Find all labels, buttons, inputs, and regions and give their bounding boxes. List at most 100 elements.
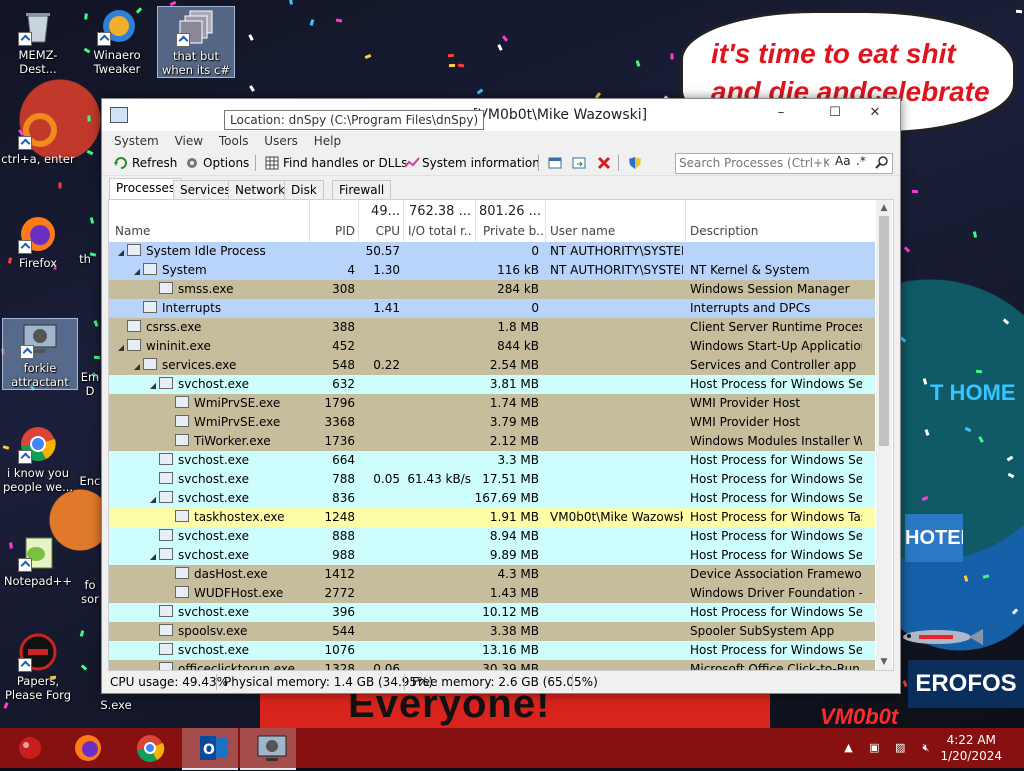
tree-expanded-icon[interactable]: ◢ — [115, 338, 127, 356]
menu-view[interactable]: View — [169, 131, 209, 151]
window-go-button[interactable] — [572, 153, 590, 173]
show-hidden-icons-icon[interactable]: ▲ — [841, 741, 857, 755]
desktop-icon-partial-enc[interactable]: Enc — [78, 474, 102, 488]
pid-cell: 548 — [332, 358, 355, 372]
action-center-icon[interactable]: ▣ — [866, 741, 882, 755]
taskbar-chrome[interactable] — [122, 728, 170, 768]
desktop-icon-ctrl-a[interactable]: ctrl+a, enter — [0, 110, 76, 166]
tab-network[interactable]: Network — [228, 180, 293, 200]
maximize-button[interactable]: ☐ — [818, 99, 852, 127]
menu-tools[interactable]: Tools — [213, 131, 255, 151]
table-row[interactable]: ◢ svchost.exe 836 167.69 MB Host Process for… — [109, 489, 875, 508]
find-handles-button[interactable]: Find handles or DLLs — [265, 153, 407, 173]
refresh-button[interactable]: Refresh — [114, 153, 177, 173]
table-row[interactable]: svchost.exe 396 10.12 MB Host Process for W… — [109, 603, 875, 622]
column-header-user[interactable]: User name — [550, 224, 615, 238]
table-row[interactable]: dasHost.exe 1412 4.3 MB Device Association … — [109, 565, 875, 584]
tree-expanded-icon[interactable]: ◢ — [147, 376, 159, 394]
confetti-piece — [903, 246, 911, 253]
desktop-icon-notepadpp[interactable]: Notepad++ — [0, 532, 76, 588]
column-header-private-bytes[interactable]: Private b... — [483, 224, 545, 238]
desktop-icon-forkie[interactable]: forkie attractant — [2, 318, 78, 390]
desktop-icon-partial-th[interactable]: th — [70, 252, 100, 266]
table-row[interactable]: smss.exe 308 284 kB Windows Session Manager — [109, 280, 875, 299]
tree-expanded-icon[interactable]: ◢ — [131, 262, 143, 280]
tab-firewall[interactable]: Firewall — [332, 180, 392, 200]
desktop-icon-winaero[interactable]: Winaero Tweaker — [79, 6, 155, 76]
regex-icon[interactable]: .* — [856, 154, 866, 168]
column-header-name[interactable]: Name — [115, 224, 150, 238]
column-header-description[interactable]: Description — [690, 224, 758, 238]
desktop-icon-label: S.exe — [100, 698, 132, 712]
search-input[interactable] — [676, 154, 832, 171]
table-row[interactable]: svchost.exe 788 0.05 61.43 kB/s 17.51 MB Host… — [109, 470, 875, 489]
table-row[interactable]: ◢ System 4 1.30 116 kB NT AUTHORITY\SYSTEM NT … — [109, 261, 875, 280]
desktop-icon-firefox[interactable]: Firefox — [0, 214, 76, 270]
table-row[interactable]: WmiPrvSE.exe 1796 1.74 MB WMI Provider Host — [109, 394, 875, 413]
table-row[interactable]: svchost.exe 888 8.94 MB Host Process for Wi… — [109, 527, 875, 546]
scroll-thumb[interactable] — [879, 216, 889, 446]
tree-expanded-icon[interactable]: ◢ — [131, 357, 143, 375]
menu-users[interactable]: Users — [258, 131, 304, 151]
refresh-icon — [114, 156, 128, 170]
tree-expanded-icon[interactable]: ◢ — [115, 243, 127, 261]
table-row[interactable]: spoolsv.exe 544 3.38 MB Spooler SubSystem A… — [109, 622, 875, 641]
scroll-down-icon[interactable]: ▼ — [876, 654, 892, 670]
elevate-button[interactable] — [628, 153, 646, 173]
desktop-icon-chrome[interactable]: i know you people we... — [0, 424, 76, 494]
table-row[interactable]: WUDFHost.exe 2772 1.43 MB Windows Driver Fo… — [109, 584, 875, 603]
tree-expanded-icon[interactable]: ◢ — [147, 547, 159, 565]
shortcut-arrow-icon — [176, 33, 190, 47]
tab-disk[interactable]: Disk — [284, 180, 324, 200]
window-icon-button[interactable] — [548, 153, 566, 173]
taskbar-outlook[interactable]: O — [182, 728, 238, 770]
table-row[interactable]: svchost.exe 1076 13.16 MB Host Process for … — [109, 641, 875, 660]
taskbar-clock[interactable]: 4:22 AM 1/20/2024 — [940, 732, 1002, 764]
system-info-button[interactable]: System information — [404, 153, 540, 173]
confetti-piece — [635, 60, 641, 67]
network-icon[interactable]: ▨ — [892, 741, 908, 755]
window-titlebar[interactable]: er [VM0b0t\Mike Wazowski] – ☐ ✕ — [102, 99, 900, 131]
column-header-io[interactable]: I/O total r... — [408, 224, 472, 238]
desktop-icon-partial-em[interactable]: Em D — [78, 370, 102, 398]
tab-processes[interactable]: Processes — [109, 178, 183, 201]
private-bytes-cell: 9.89 MB — [489, 548, 539, 562]
taskbar-process-hacker[interactable] — [240, 728, 296, 770]
table-row[interactable]: ◢ svchost.exe 632 3.81 MB Host Process for W… — [109, 375, 875, 394]
pid-cell: 1248 — [324, 510, 355, 524]
terminate-button[interactable] — [597, 153, 615, 173]
close-button[interactable]: ✕ — [858, 99, 892, 127]
vertical-scrollbar[interactable]: ▲ ▼ — [876, 200, 892, 670]
scroll-up-icon[interactable]: ▲ — [876, 200, 892, 216]
search-icon[interactable] — [875, 155, 889, 172]
desktop-icon-partial-fo[interactable]: fo sor — [78, 578, 102, 606]
table-row[interactable]: officeclicktorun.exe 1328 0.06 30.39 MB Micr… — [109, 660, 875, 670]
table-row[interactable]: ◢ System Idle Process 50.57 0 NT AUTHORITY\S… — [109, 242, 875, 261]
desktop-icon-partial-s[interactable]: S.exe — [96, 698, 136, 712]
taskbar-firefox[interactable] — [60, 728, 108, 768]
column-header-pid[interactable]: PID — [313, 224, 355, 238]
table-row[interactable]: ◢ svchost.exe 988 9.89 MB Host Process for W… — [109, 546, 875, 565]
minimize-button[interactable]: – — [764, 99, 798, 127]
menu-system[interactable]: System — [108, 131, 165, 151]
table-row[interactable]: ◢ services.exe 548 0.22 2.54 MB Services and … — [109, 356, 875, 375]
table-row[interactable]: svchost.exe 664 3.3 MB Host Process for Win… — [109, 451, 875, 470]
menu-help[interactable]: Help — [308, 131, 347, 151]
volume-muted-icon[interactable]: 🔇︎ — [918, 741, 934, 755]
column-divider — [403, 200, 404, 242]
table-row[interactable]: ◢ wininit.exe 452 844 kB Windows Start-Up Ap… — [109, 337, 875, 356]
table-row[interactable]: Interrupts 1.41 0 Interrupts and DPCs — [109, 299, 875, 318]
start-button[interactable] — [0, 728, 48, 768]
table-row[interactable]: taskhostex.exe 1248 1.91 MB VM0b0t\Mike Waz… — [109, 508, 875, 527]
table-row[interactable]: csrss.exe 388 1.8 MB Client Server Runtime … — [109, 318, 875, 337]
description-cell: Client Server Runtime Process — [690, 320, 862, 334]
match-case-icon[interactable]: Aa — [835, 154, 851, 168]
table-row[interactable]: TiWorker.exe 1736 2.12 MB Windows Modules I… — [109, 432, 875, 451]
tree-expanded-icon[interactable]: ◢ — [147, 490, 159, 508]
desktop-icon-memz[interactable]: MEMZ-Dest... — [0, 6, 76, 76]
desktop-icon-papers-please[interactable]: Papers, Please Forg — [0, 632, 76, 702]
table-row[interactable]: WmiPrvSE.exe 3368 3.79 MB WMI Provider Host — [109, 413, 875, 432]
desktop-icon-csharp[interactable]: that but when its c# — [157, 6, 235, 78]
options-button[interactable]: Options — [185, 153, 249, 173]
column-header-cpu[interactable]: CPU — [361, 224, 400, 238]
